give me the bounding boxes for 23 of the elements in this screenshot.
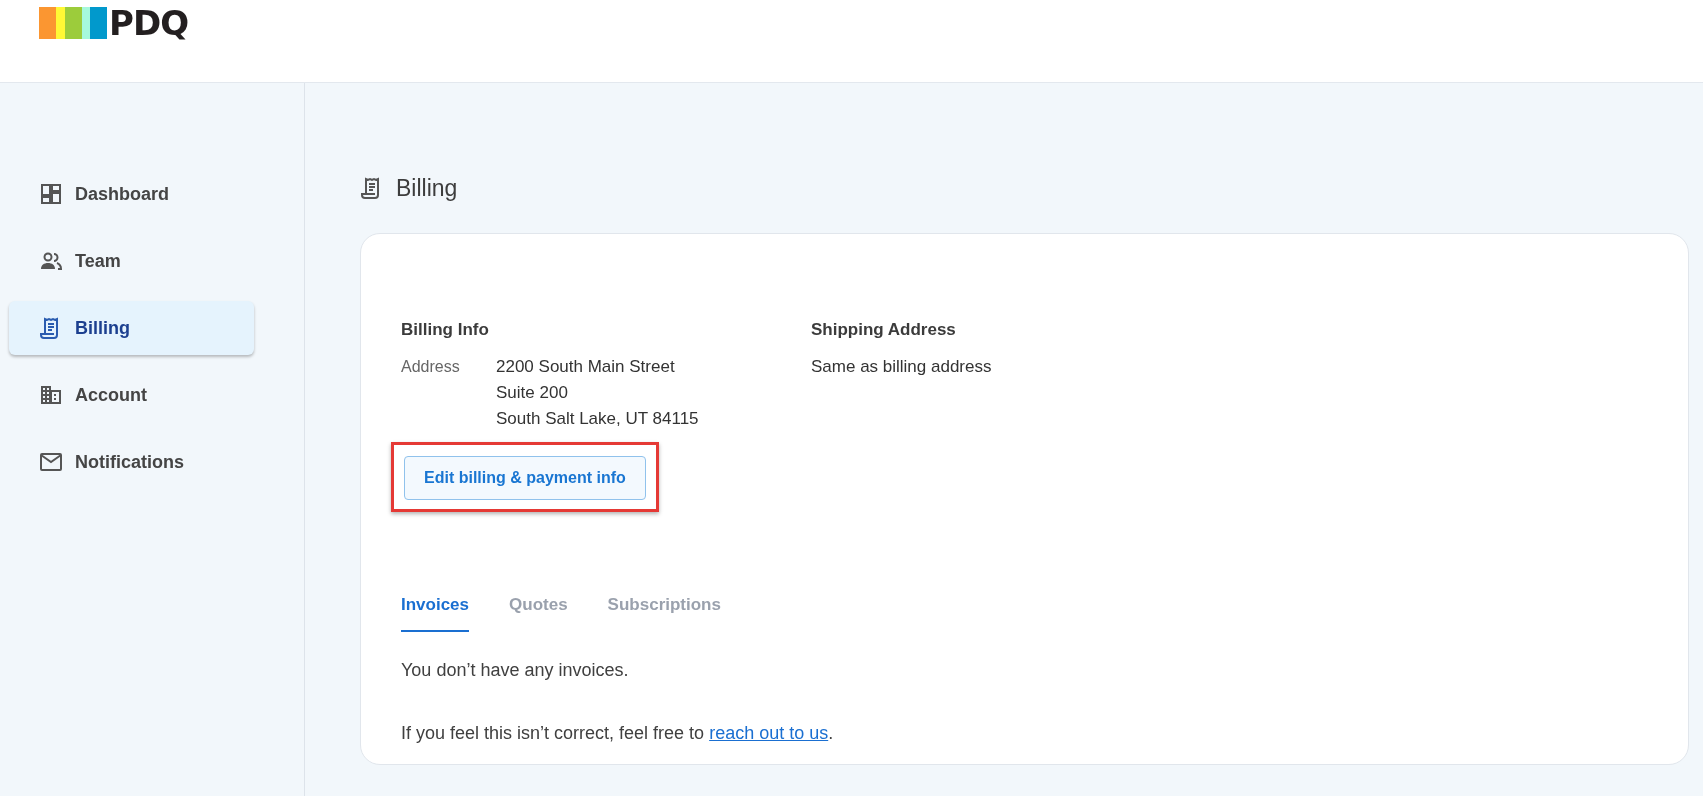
sidebar-item[interactable]: Team bbox=[9, 234, 254, 288]
sidebar-item[interactable]: Billing bbox=[9, 301, 254, 355]
building-icon bbox=[39, 383, 63, 407]
tab[interactable]: Invoices bbox=[401, 595, 470, 632]
logo-text: PDQ bbox=[109, 7, 189, 39]
page-title: Billing bbox=[396, 174, 458, 202]
empty-message: You don’t have any invoices. bbox=[401, 660, 630, 681]
edit-billing-button[interactable]: Edit billing & payment info bbox=[404, 456, 646, 500]
help-text: If you feel this isn’t correct, feel free to reach out to us. bbox=[401, 723, 835, 744]
address-line: Suite 200 bbox=[496, 382, 569, 404]
logo-stripes-icon bbox=[39, 7, 107, 39]
address-line: 2200 South Main Street bbox=[496, 356, 676, 378]
mail-icon bbox=[39, 450, 63, 474]
dashboard-icon bbox=[39, 182, 63, 206]
sidebar-item[interactable]: Dashboard bbox=[9, 167, 254, 221]
sidebar-item[interactable]: Account bbox=[9, 368, 254, 422]
address-label: Address bbox=[401, 357, 461, 377]
section-heading: Billing Info bbox=[401, 320, 490, 341]
section-heading: Shipping Address bbox=[811, 320, 957, 341]
sidebar-item[interactable]: Notifications bbox=[9, 435, 254, 489]
shipping-text: Same as billing address bbox=[811, 356, 992, 378]
address-line: South Salt Lake, UT 84115 bbox=[496, 408, 699, 430]
contact-link[interactable]: reach out to us bbox=[709, 723, 829, 743]
